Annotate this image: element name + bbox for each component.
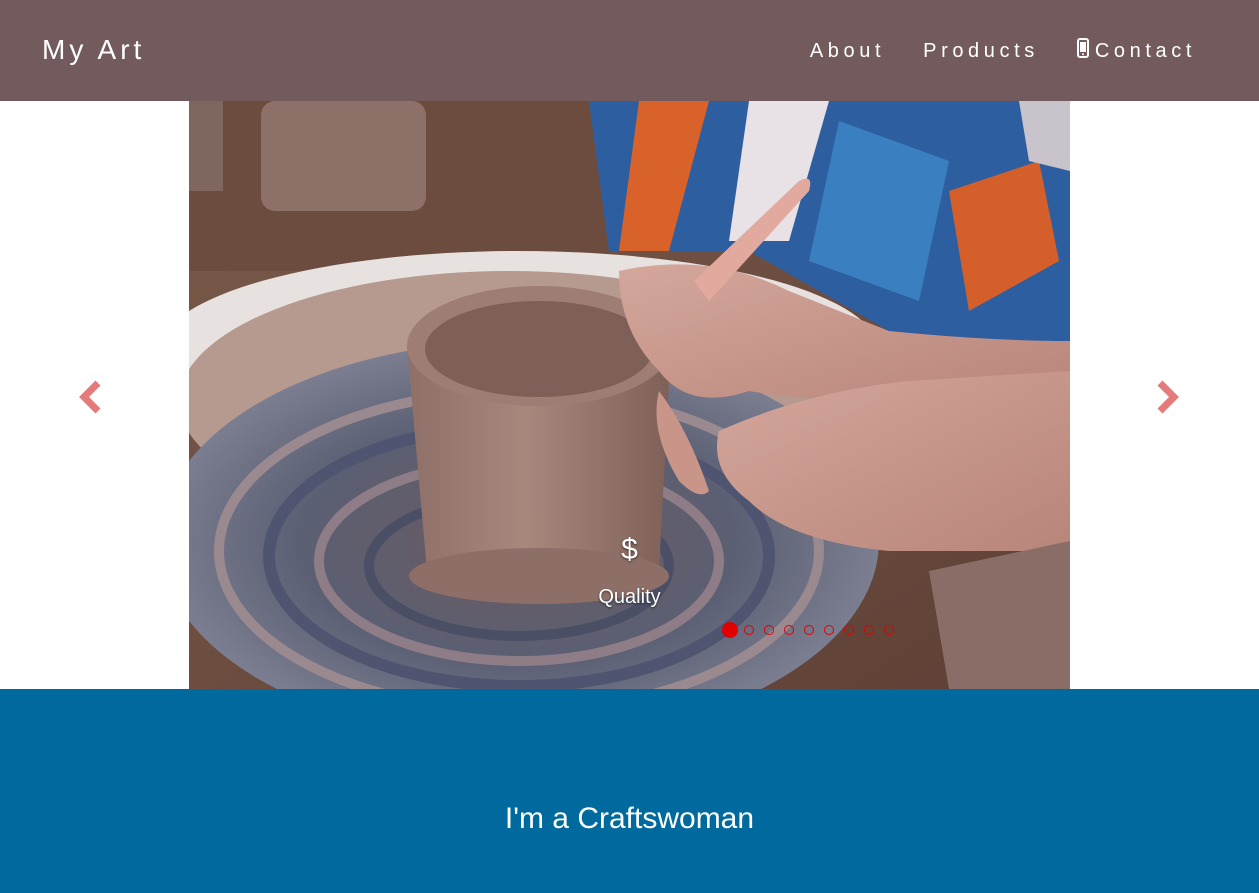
chevron-left-icon: [79, 380, 101, 414]
mobile-phone-icon: [1076, 38, 1089, 64]
carousel-indicator[interactable]: [784, 625, 794, 635]
nav-link-label: Contact: [1094, 40, 1196, 62]
carousel-indicator[interactable]: [864, 625, 874, 635]
nav-link-products[interactable]: Products: [923, 39, 1039, 63]
chevron-right-icon: [1157, 380, 1179, 414]
carousel-indicators: [722, 622, 904, 638]
dollar-sign-icon: $: [621, 533, 638, 566]
carousel-slide: $ Quality: [189, 101, 1070, 689]
slide-caption: Quality: [598, 586, 661, 608]
nav-link-contact[interactable]: Contact: [1076, 38, 1196, 64]
top-navbar: My Art About Products Contact: [0, 0, 1259, 101]
nav-links: About Products Contact: [810, 38, 1196, 64]
carousel-indicator[interactable]: [764, 625, 774, 635]
intro-section: I'm a Craftswoman: [0, 689, 1259, 893]
carousel-indicator[interactable]: [844, 625, 854, 635]
carousel-indicator[interactable]: [804, 625, 814, 635]
carousel-prev-button[interactable]: [76, 377, 106, 417]
carousel-indicator[interactable]: [824, 625, 834, 635]
intro-heading: I'm a Craftswoman: [504, 802, 755, 835]
image-carousel: $ Quality: [0, 101, 1259, 689]
carousel-next-button[interactable]: [1152, 377, 1182, 417]
carousel-indicator-active[interactable]: [722, 622, 738, 638]
nav-link-about[interactable]: About: [810, 39, 885, 63]
nav-link-label: About: [809, 40, 886, 62]
nav-link-label: Products: [923, 40, 1039, 62]
carousel-indicator[interactable]: [884, 625, 894, 635]
brand-logo-link[interactable]: My Art: [42, 33, 145, 67]
carousel-indicator[interactable]: [744, 625, 754, 635]
